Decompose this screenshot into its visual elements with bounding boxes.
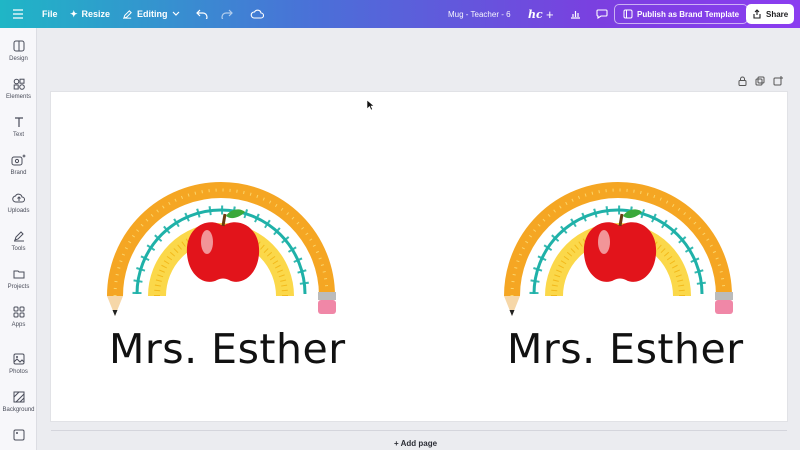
sidebar-item-text[interactable]: Text (0, 116, 37, 138)
file-menu[interactable]: File (42, 0, 58, 28)
sidebar-item-tools[interactable]: Tools (0, 230, 37, 252)
comment-icon (596, 9, 608, 19)
brand-icon (11, 154, 26, 166)
teacher-name-text-right[interactable]: Mrs. Esther (507, 325, 744, 373)
redo-button[interactable] (221, 0, 233, 28)
tools-icon (13, 231, 24, 242)
photos-icon (13, 353, 24, 365)
document-title[interactable]: Mug - Teacher - 6 (448, 0, 511, 28)
more-icon (13, 429, 24, 441)
design-page[interactable]: Mrs. Esther Mrs. Esther (51, 92, 787, 421)
editing-mode-dropdown[interactable]: Editing (122, 0, 180, 28)
share-icon (753, 9, 761, 19)
sidebar-item-more[interactable] (0, 429, 37, 445)
mouse-cursor-icon (366, 99, 374, 111)
bar-chart-icon (571, 11, 580, 19)
page-toolbar (738, 76, 783, 86)
avatar[interactable]: hc (528, 0, 543, 28)
sidebar-item-design[interactable]: Design (0, 40, 37, 62)
add-collaborator-button[interactable]: + (546, 0, 554, 28)
template-icon (623, 9, 633, 19)
publish-brand-template-button[interactable]: Publish as Brand Template (614, 4, 749, 24)
apps-icon (13, 306, 24, 318)
lock-icon[interactable] (738, 76, 747, 86)
sidebar-item-projects[interactable]: Projects (0, 268, 37, 290)
projects-icon (13, 270, 24, 279)
add-page-icon[interactable] (773, 76, 783, 86)
sidebar-item-background[interactable]: Background (0, 391, 37, 413)
menu-icon[interactable] (12, 0, 24, 28)
sparkle-icon: ✦ (70, 8, 78, 19)
cloud-icon (250, 9, 264, 19)
comment-button[interactable] (596, 0, 608, 28)
chevron-down-icon (172, 11, 179, 16)
sidebar-item-photos[interactable]: Photos (0, 353, 37, 375)
rainbow-pencil-apple-graphic[interactable] (498, 136, 738, 326)
top-bar: File ✦ Resize Editing Mug - Teacher - 6 … (0, 0, 800, 28)
design-icon (13, 40, 24, 52)
uploads-icon (11, 193, 25, 203)
add-page-button[interactable]: + Add page (394, 439, 437, 448)
sidebar-item-elements[interactable]: Elements (0, 78, 37, 100)
elements-icon (13, 78, 25, 90)
insights-button[interactable] (570, 0, 581, 28)
undo-button[interactable] (196, 0, 208, 28)
save-status-cloud[interactable] (250, 0, 264, 28)
teacher-name-text-left[interactable]: Mrs. Esther (109, 325, 346, 373)
redo-icon (221, 9, 233, 19)
canvas-divider (51, 430, 787, 431)
share-button[interactable]: Share (746, 4, 795, 24)
rainbow-pencil-apple-graphic[interactable] (101, 136, 341, 326)
duplicate-icon[interactable] (755, 76, 765, 86)
sidebar-item-apps[interactable]: Apps (0, 306, 37, 328)
pencil-icon (123, 9, 132, 19)
background-icon (13, 391, 24, 403)
undo-icon (196, 9, 208, 19)
sidebar-item-uploads[interactable]: Uploads (0, 192, 37, 214)
left-sidebar: Design Elements Text Brand Uploads Tools… (0, 28, 37, 450)
resize-button[interactable]: ✦ Resize (70, 0, 110, 28)
text-icon (14, 117, 23, 127)
sidebar-item-brand[interactable]: Brand (0, 154, 37, 176)
